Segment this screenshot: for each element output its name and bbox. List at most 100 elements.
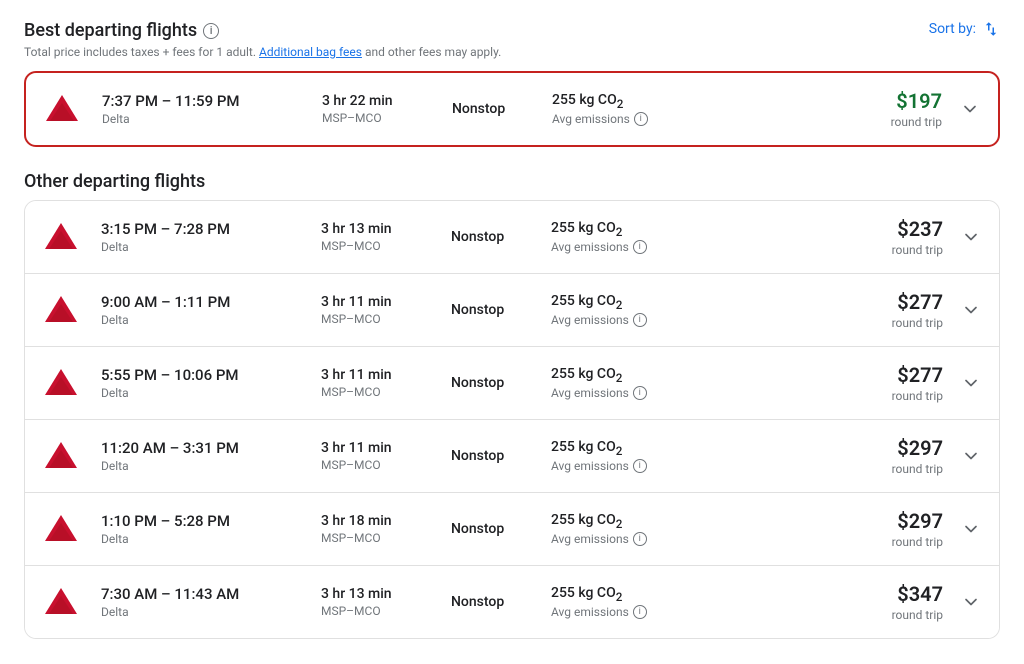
emissions-info-icon[interactable]: i — [633, 605, 647, 619]
flight-expand-button[interactable] — [955, 513, 987, 545]
flight-emissions-sub: Avg emissions i — [551, 459, 711, 473]
flight-emissions-sub: Avg emissions i — [551, 605, 711, 619]
subtitle-text: Total price includes taxes + fees for 1 … — [24, 45, 256, 59]
emissions-info-icon[interactable]: i — [633, 532, 647, 546]
flight-price-col: $277 round trip — [711, 363, 951, 403]
best-flight-emissions-col: 255 kg CO2 Avg emissions i — [552, 92, 712, 127]
flight-price: $237 — [711, 217, 943, 241]
best-flight-airline: Delta — [102, 112, 322, 126]
flight-emissions-col: 255 kg CO2 Avg emissions i — [551, 220, 711, 255]
flight-times: 7:30 AM – 11:43 AM — [101, 585, 321, 603]
bag-fees-link[interactable]: Additional bag fees — [259, 45, 362, 59]
best-flight-card[interactable]: 7:37 PM – 11:59 PM Delta 3 hr 22 min MSP… — [24, 71, 1000, 147]
flight-expand-button[interactable] — [955, 294, 987, 326]
flight-emissions: 255 kg CO2 — [551, 293, 711, 312]
chevron-down-icon — [960, 99, 980, 119]
best-flight-airline-logo — [42, 89, 82, 129]
flight-price-col: $297 round trip — [711, 509, 951, 549]
chevron-down-icon — [961, 227, 981, 247]
flight-stops: Nonstop — [451, 375, 551, 391]
emissions-info-icon[interactable]: i — [633, 386, 647, 400]
flight-row[interactable]: 3:15 PM – 7:28 PM Delta 3 hr 13 min MSP–… — [25, 201, 999, 274]
flight-row[interactable]: 9:00 AM – 1:11 PM Delta 3 hr 11 min MSP–… — [25, 274, 999, 347]
best-flight-expand-button[interactable] — [954, 93, 986, 125]
flight-expand-button[interactable] — [955, 367, 987, 399]
flight-duration: 3 hr 11 min — [321, 440, 451, 456]
flight-route: MSP–MCO — [321, 385, 451, 399]
flight-price-sub: round trip — [711, 243, 943, 257]
flight-emissions: 255 kg CO2 — [551, 439, 711, 458]
flight-price-sub: round trip — [711, 316, 943, 330]
best-flight-price: $197 — [712, 89, 942, 113]
flight-row[interactable]: 11:20 AM – 3:31 PM Delta 3 hr 11 min MSP… — [25, 420, 999, 493]
delta-logo-svg — [43, 584, 79, 620]
sort-icon — [982, 20, 1000, 38]
flight-expand-button[interactable] — [955, 221, 987, 253]
sort-arrows-svg — [982, 20, 1000, 38]
title-info-icon[interactable]: i — [203, 23, 219, 39]
flight-times: 1:10 PM – 5:28 PM — [101, 512, 321, 530]
chevron-down-icon — [961, 300, 981, 320]
flight-duration: 3 hr 11 min — [321, 367, 451, 383]
sort-by-control[interactable]: Sort by: — [929, 20, 1000, 38]
flight-times: 3:15 PM – 7:28 PM — [101, 220, 321, 238]
flight-emissions: 255 kg CO2 — [551, 366, 711, 385]
best-flight-duration-col: 3 hr 22 min MSP–MCO — [322, 93, 452, 125]
delta-logo-svg — [43, 511, 79, 547]
airline-logo — [41, 582, 81, 622]
flight-times-col: 11:20 AM – 3:31 PM Delta — [101, 439, 321, 473]
flight-duration-col: 3 hr 11 min MSP–MCO — [321, 367, 451, 399]
delta-logo-svg — [44, 91, 80, 127]
flight-stops: Nonstop — [451, 521, 551, 537]
flight-emissions-col: 255 kg CO2 Avg emissions i — [551, 293, 711, 328]
flight-row[interactable]: 5:55 PM – 10:06 PM Delta 3 hr 11 min MSP… — [25, 347, 999, 420]
flight-route: MSP–MCO — [321, 458, 451, 472]
emissions-info-icon[interactable]: i — [633, 240, 647, 254]
flight-duration-col: 3 hr 18 min MSP–MCO — [321, 513, 451, 545]
subtitle-suffix: and other fees may apply. — [365, 45, 501, 59]
best-flight-times-col: 7:37 PM – 11:59 PM Delta — [102, 92, 322, 126]
flight-airline: Delta — [101, 532, 321, 546]
flight-duration: 3 hr 13 min — [321, 586, 451, 602]
flight-expand-button[interactable] — [955, 440, 987, 472]
sort-label: Sort by: — [929, 21, 976, 37]
flight-duration: 3 hr 18 min — [321, 513, 451, 529]
flight-times: 5:55 PM – 10:06 PM — [101, 366, 321, 384]
title-text: Best departing flights — [24, 20, 197, 41]
avg-emissions-label: Avg emissions — [551, 240, 629, 254]
flight-stops: Nonstop — [451, 229, 551, 245]
flight-row[interactable]: 1:10 PM – 5:28 PM Delta 3 hr 18 min MSP–… — [25, 493, 999, 566]
flight-emissions-col: 255 kg CO2 Avg emissions i — [551, 585, 711, 620]
best-flight-price-sub: round trip — [712, 115, 942, 129]
best-flight-avg-emissions-label: Avg emissions — [552, 112, 630, 126]
flight-price: $277 — [711, 363, 943, 387]
flight-airline: Delta — [101, 313, 321, 327]
flight-times-col: 7:30 AM – 11:43 AM Delta — [101, 585, 321, 619]
flight-price: $277 — [711, 290, 943, 314]
flight-times-col: 9:00 AM – 1:11 PM Delta — [101, 293, 321, 327]
other-flights-title: Other departing flights — [24, 171, 1000, 192]
emissions-info-icon[interactable]: i — [633, 313, 647, 327]
flight-emissions-col: 255 kg CO2 Avg emissions i — [551, 366, 711, 401]
emissions-info-icon[interactable]: i — [633, 459, 647, 473]
flight-emissions-sub: Avg emissions i — [551, 313, 711, 327]
avg-emissions-label: Avg emissions — [551, 532, 629, 546]
flight-emissions-sub: Avg emissions i — [551, 532, 711, 546]
flight-route: MSP–MCO — [321, 312, 451, 326]
chevron-down-icon — [961, 373, 981, 393]
flight-airline: Delta — [101, 386, 321, 400]
flight-expand-button[interactable] — [955, 586, 987, 618]
flight-times: 9:00 AM – 1:11 PM — [101, 293, 321, 311]
flight-route: MSP–MCO — [321, 239, 451, 253]
flight-emissions: 255 kg CO2 — [551, 220, 711, 239]
flight-stops: Nonstop — [451, 594, 551, 610]
emissions-info-icon[interactable]: i — [634, 112, 648, 126]
airline-logo — [41, 363, 81, 403]
flight-price: $297 — [711, 509, 943, 533]
flight-duration-col: 3 hr 13 min MSP–MCO — [321, 221, 451, 253]
flight-emissions: 255 kg CO2 — [551, 585, 711, 604]
flight-airline: Delta — [101, 459, 321, 473]
flight-row[interactable]: 7:30 AM – 11:43 AM Delta 3 hr 13 min MSP… — [25, 566, 999, 638]
flight-price-sub: round trip — [711, 389, 943, 403]
page-header: Best departing flights i Total price inc… — [24, 20, 1000, 59]
